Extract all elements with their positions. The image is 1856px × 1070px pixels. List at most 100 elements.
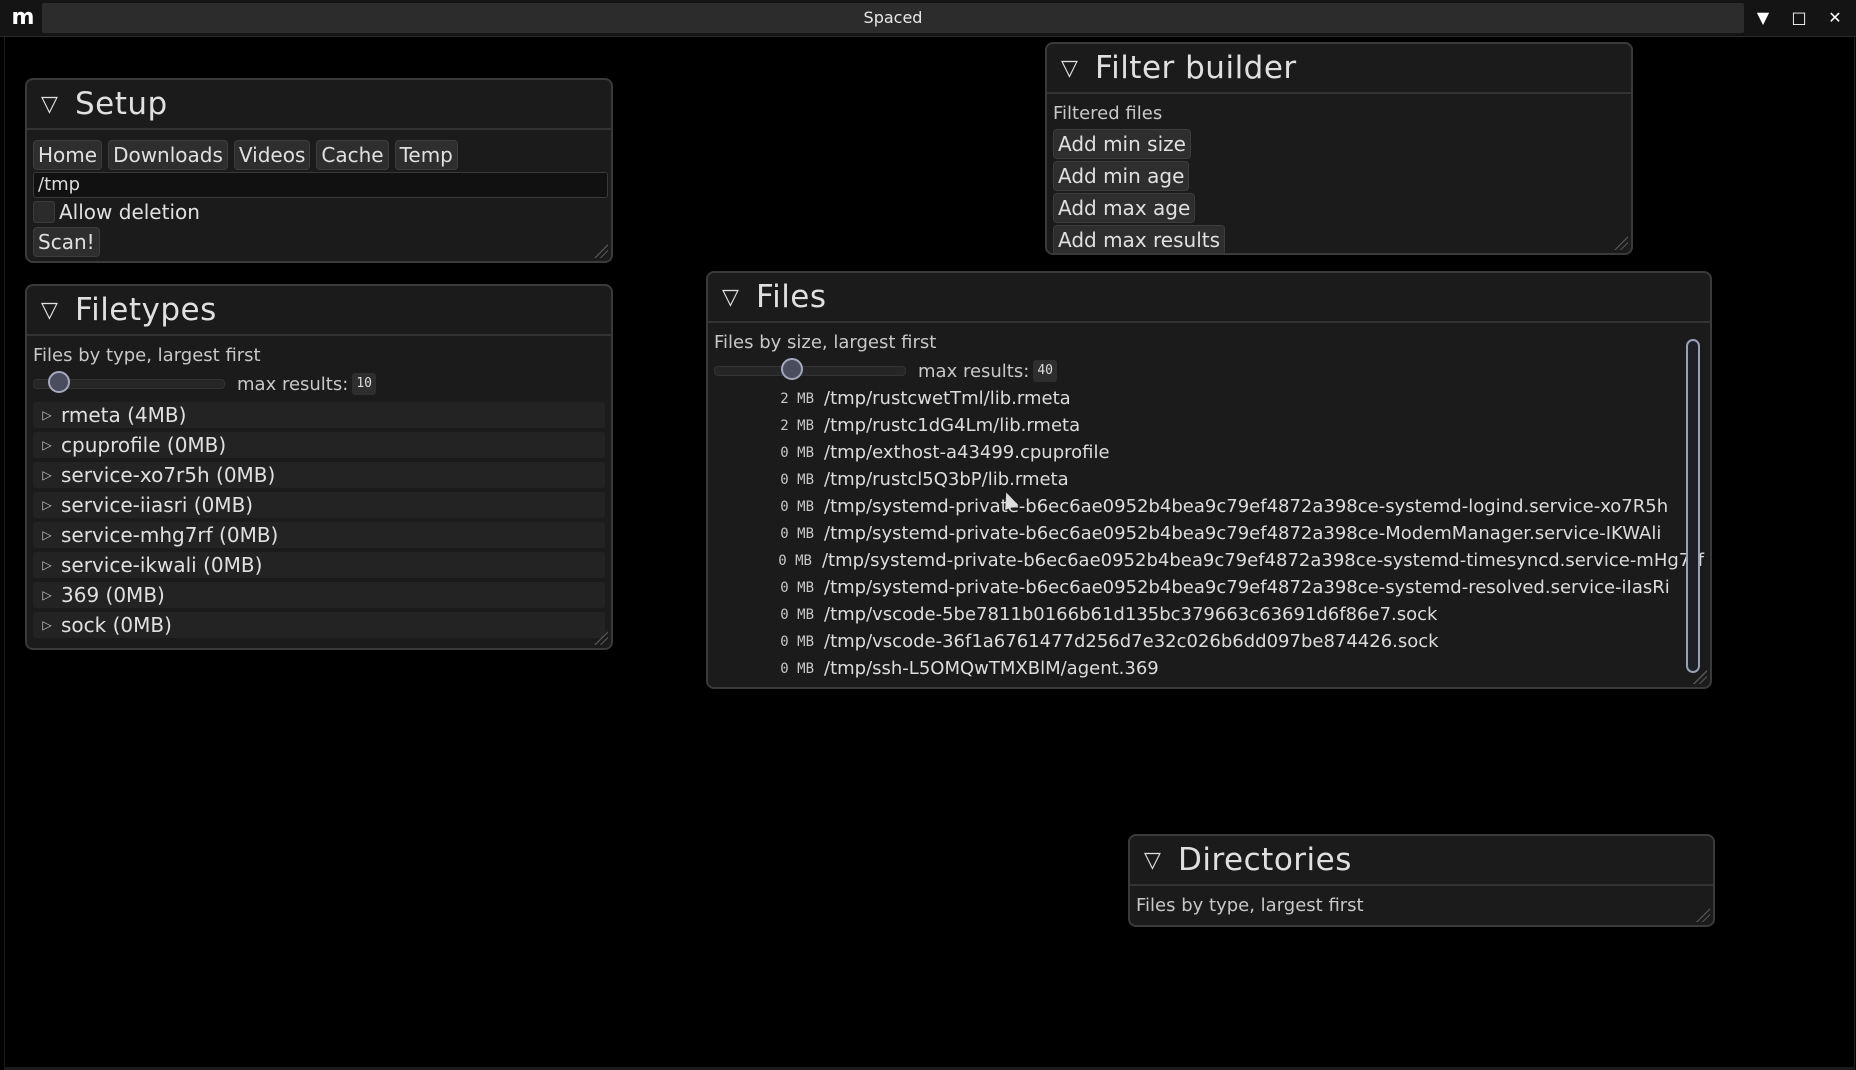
app-logo-icon: m — [11, 5, 35, 30]
expand-arrow-icon[interactable]: ▷ — [33, 408, 61, 422]
max-results-value[interactable]: 40 — [1033, 360, 1057, 382]
expand-arrow-icon[interactable]: ▷ — [33, 498, 61, 512]
file-size: 0 MB — [780, 579, 814, 596]
filetype-tree-item[interactable]: ▷ service-ikwali (0MB) — [33, 552, 605, 578]
filetype-label: cpuprofile (0MB) — [61, 433, 227, 457]
collapse-triangle-icon[interactable]: ▽ — [41, 92, 67, 117]
allow-deletion-checkbox[interactable] — [33, 201, 55, 223]
file-row[interactable]: 0 MB/tmp/systemd-private-b6ec6ae0952b4be… — [714, 574, 1704, 601]
expand-arrow-icon[interactable]: ▷ — [33, 438, 61, 452]
filter-builder-subtitle: Filtered files — [1053, 103, 1163, 124]
setup-header[interactable]: ▽ Setup — [27, 80, 611, 130]
setup-title: Setup — [75, 86, 168, 122]
file-path: /tmp/vscode-5be7811b0166b61d135bc379663c… — [824, 604, 1438, 625]
resize-grip-icon[interactable] — [1693, 670, 1707, 684]
filter-builder-body: Filtered files Add min size Add min age … — [1047, 94, 1631, 253]
max-results-value[interactable]: 10 — [352, 373, 376, 395]
maximize-icon[interactable]: □ — [1784, 5, 1814, 31]
filetype-tree-item[interactable]: ▷ 369 (0MB) — [33, 582, 605, 608]
filetypes-max-results-slider[interactable] — [33, 371, 225, 393]
add-min-age-button[interactable]: Add min age — [1053, 161, 1190, 191]
file-path: /tmp/vscode-36f1a6761477d256d7e32c026b6d… — [824, 631, 1439, 652]
file-row[interactable]: 0 MB/tmp/ssh-L5OMQwTMXBlM/agent.369 — [714, 655, 1704, 682]
directories-body: Files by type, largest first — [1130, 886, 1713, 920]
minimize-icon[interactable]: ▼ — [1748, 5, 1778, 31]
file-row[interactable]: 0 MB/tmp/systemd-private-b6ec6ae0952b4be… — [714, 493, 1704, 520]
file-path: /tmp/systemd-private-b6ec6ae0952b4bea9c7… — [824, 496, 1669, 517]
filetype-label: service-xo7r5h (0MB) — [61, 463, 276, 487]
files-max-results-slider[interactable] — [714, 358, 906, 380]
slider-label: max results: — [918, 360, 1030, 382]
scan-button[interactable]: Scan! — [33, 227, 100, 257]
directories-window[interactable]: ▽ Directories Files by type, largest fir… — [1128, 834, 1715, 927]
filetype-tree-item[interactable]: ▷ rmeta (4MB) — [33, 402, 605, 428]
files-title: Files — [756, 279, 827, 315]
file-size: 0 MB — [780, 660, 814, 677]
expand-arrow-icon[interactable]: ▷ — [33, 528, 61, 542]
window-titlebar[interactable]: m Spaced ▼ □ ✕ — [0, 0, 1856, 37]
resize-grip-icon[interactable] — [1614, 236, 1628, 250]
videos-button[interactable]: Videos — [233, 140, 311, 170]
file-row[interactable]: 0 MB/tmp/vscode-36f1a6761477d256d7e32c02… — [714, 628, 1704, 655]
file-row[interactable]: 0 MB/tmp/systemd-private-b6ec6ae0952b4be… — [714, 547, 1704, 574]
filetype-tree-item[interactable]: ▷ cpuprofile (0MB) — [33, 432, 605, 458]
file-row[interactable]: 0 MB/tmp/vscode-5be7811b0166b61d135bc379… — [714, 601, 1704, 628]
filetype-tree-item[interactable]: ▷ service-xo7r5h (0MB) — [33, 462, 605, 488]
add-min-size-button[interactable]: Add min size — [1053, 129, 1191, 159]
file-row[interactable]: 2 MB/tmp/rustcwetTml/lib.rmeta — [714, 385, 1704, 412]
file-size: 2 MB — [780, 390, 814, 407]
window-title: Spaced — [863, 8, 923, 27]
expand-arrow-icon[interactable]: ▷ — [33, 588, 61, 602]
expand-arrow-icon[interactable]: ▷ — [33, 558, 61, 572]
temp-button[interactable]: Temp — [394, 140, 458, 170]
files-header[interactable]: ▽ Files — [708, 273, 1710, 323]
file-path: /tmp/rustc1dG4Lm/lib.rmeta — [824, 415, 1081, 436]
file-size: 0 MB — [778, 552, 812, 569]
file-path: /tmp/exthost-a43499.cpuprofile — [824, 442, 1110, 463]
filetype-tree-item[interactable]: ▷ service-iiasri (0MB) — [33, 492, 605, 518]
file-size: 0 MB — [780, 525, 814, 542]
file-row[interactable]: 0 MB/tmp/exthost-a43499.cpuprofile — [714, 439, 1704, 466]
downloads-button[interactable]: Downloads — [108, 140, 228, 170]
collapse-triangle-icon[interactable]: ▽ — [1061, 56, 1087, 81]
filetype-list: ▷ rmeta (4MB) ▷ cpuprofile (0MB) ▷ service-xo… — [33, 402, 605, 638]
file-path: /tmp/ssh-L5OMQwTMXBlM/agent.369 — [824, 658, 1159, 679]
slider-label: max results: — [237, 373, 349, 395]
filetypes-header[interactable]: ▽ Filetypes — [27, 286, 611, 336]
collapse-triangle-icon[interactable]: ▽ — [41, 298, 67, 323]
slider-knob[interactable] — [781, 358, 803, 380]
expand-arrow-icon[interactable]: ▷ — [33, 618, 61, 632]
add-max-results-button[interactable]: Add max results — [1053, 225, 1226, 253]
resize-grip-icon[interactable] — [1696, 908, 1710, 922]
filetypes-window[interactable]: ▽ Filetypes Files by type, largest first… — [25, 284, 613, 650]
quick-location-buttons: Home Downloads Videos Cache Temp — [33, 140, 605, 170]
files-scrollbar[interactable] — [1686, 339, 1700, 673]
file-path: /tmp/systemd-private-b6ec6ae0952b4bea9c7… — [824, 577, 1670, 598]
allow-deletion-row[interactable]: Allow deletion — [33, 200, 605, 224]
add-max-age-button[interactable]: Add max age — [1053, 193, 1196, 223]
filter-builder-header[interactable]: ▽ Filter builder — [1047, 44, 1631, 94]
path-input[interactable]: /tmp — [33, 172, 608, 198]
setup-window[interactable]: ▽ Setup Home Downloads Videos Cache Temp /tm… — [25, 78, 613, 263]
home-button[interactable]: Home — [33, 140, 103, 170]
files-window[interactable]: ▽ Files Files by size, largest first max… — [706, 271, 1712, 689]
collapse-triangle-icon[interactable]: ▽ — [1144, 848, 1170, 873]
resize-grip-icon[interactable] — [594, 244, 608, 258]
filter-builder-window[interactable]: ▽ Filter builder Filtered files Add min … — [1045, 42, 1633, 255]
cache-button[interactable]: Cache — [316, 140, 389, 170]
slider-knob[interactable] — [48, 371, 70, 393]
file-row[interactable]: 2 MB/tmp/rustc1dG4Lm/lib.rmeta — [714, 412, 1704, 439]
file-path: /tmp/systemd-private-b6ec6ae0952b4bea9c7… — [824, 523, 1662, 544]
directories-header[interactable]: ▽ Directories — [1130, 836, 1713, 886]
filetype-tree-item[interactable]: ▷ service-mhg7rf (0MB) — [33, 522, 605, 548]
expand-arrow-icon[interactable]: ▷ — [33, 468, 61, 482]
filetype-label: service-mhg7rf (0MB) — [61, 523, 279, 547]
filetype-label: sock (0MB) — [61, 613, 172, 637]
file-row[interactable]: 0 MB/tmp/systemd-private-b6ec6ae0952b4be… — [714, 520, 1704, 547]
filetypes-body: Files by type, largest first max results… — [27, 336, 611, 638]
filetype-tree-item[interactable]: ▷ sock (0MB) — [33, 612, 605, 638]
collapse-triangle-icon[interactable]: ▽ — [722, 285, 748, 310]
resize-grip-icon[interactable] — [594, 631, 608, 645]
file-row[interactable]: 0 MB/tmp/rustcl5Q3bP/lib.rmeta — [714, 466, 1704, 493]
close-icon[interactable]: ✕ — [1820, 5, 1850, 31]
